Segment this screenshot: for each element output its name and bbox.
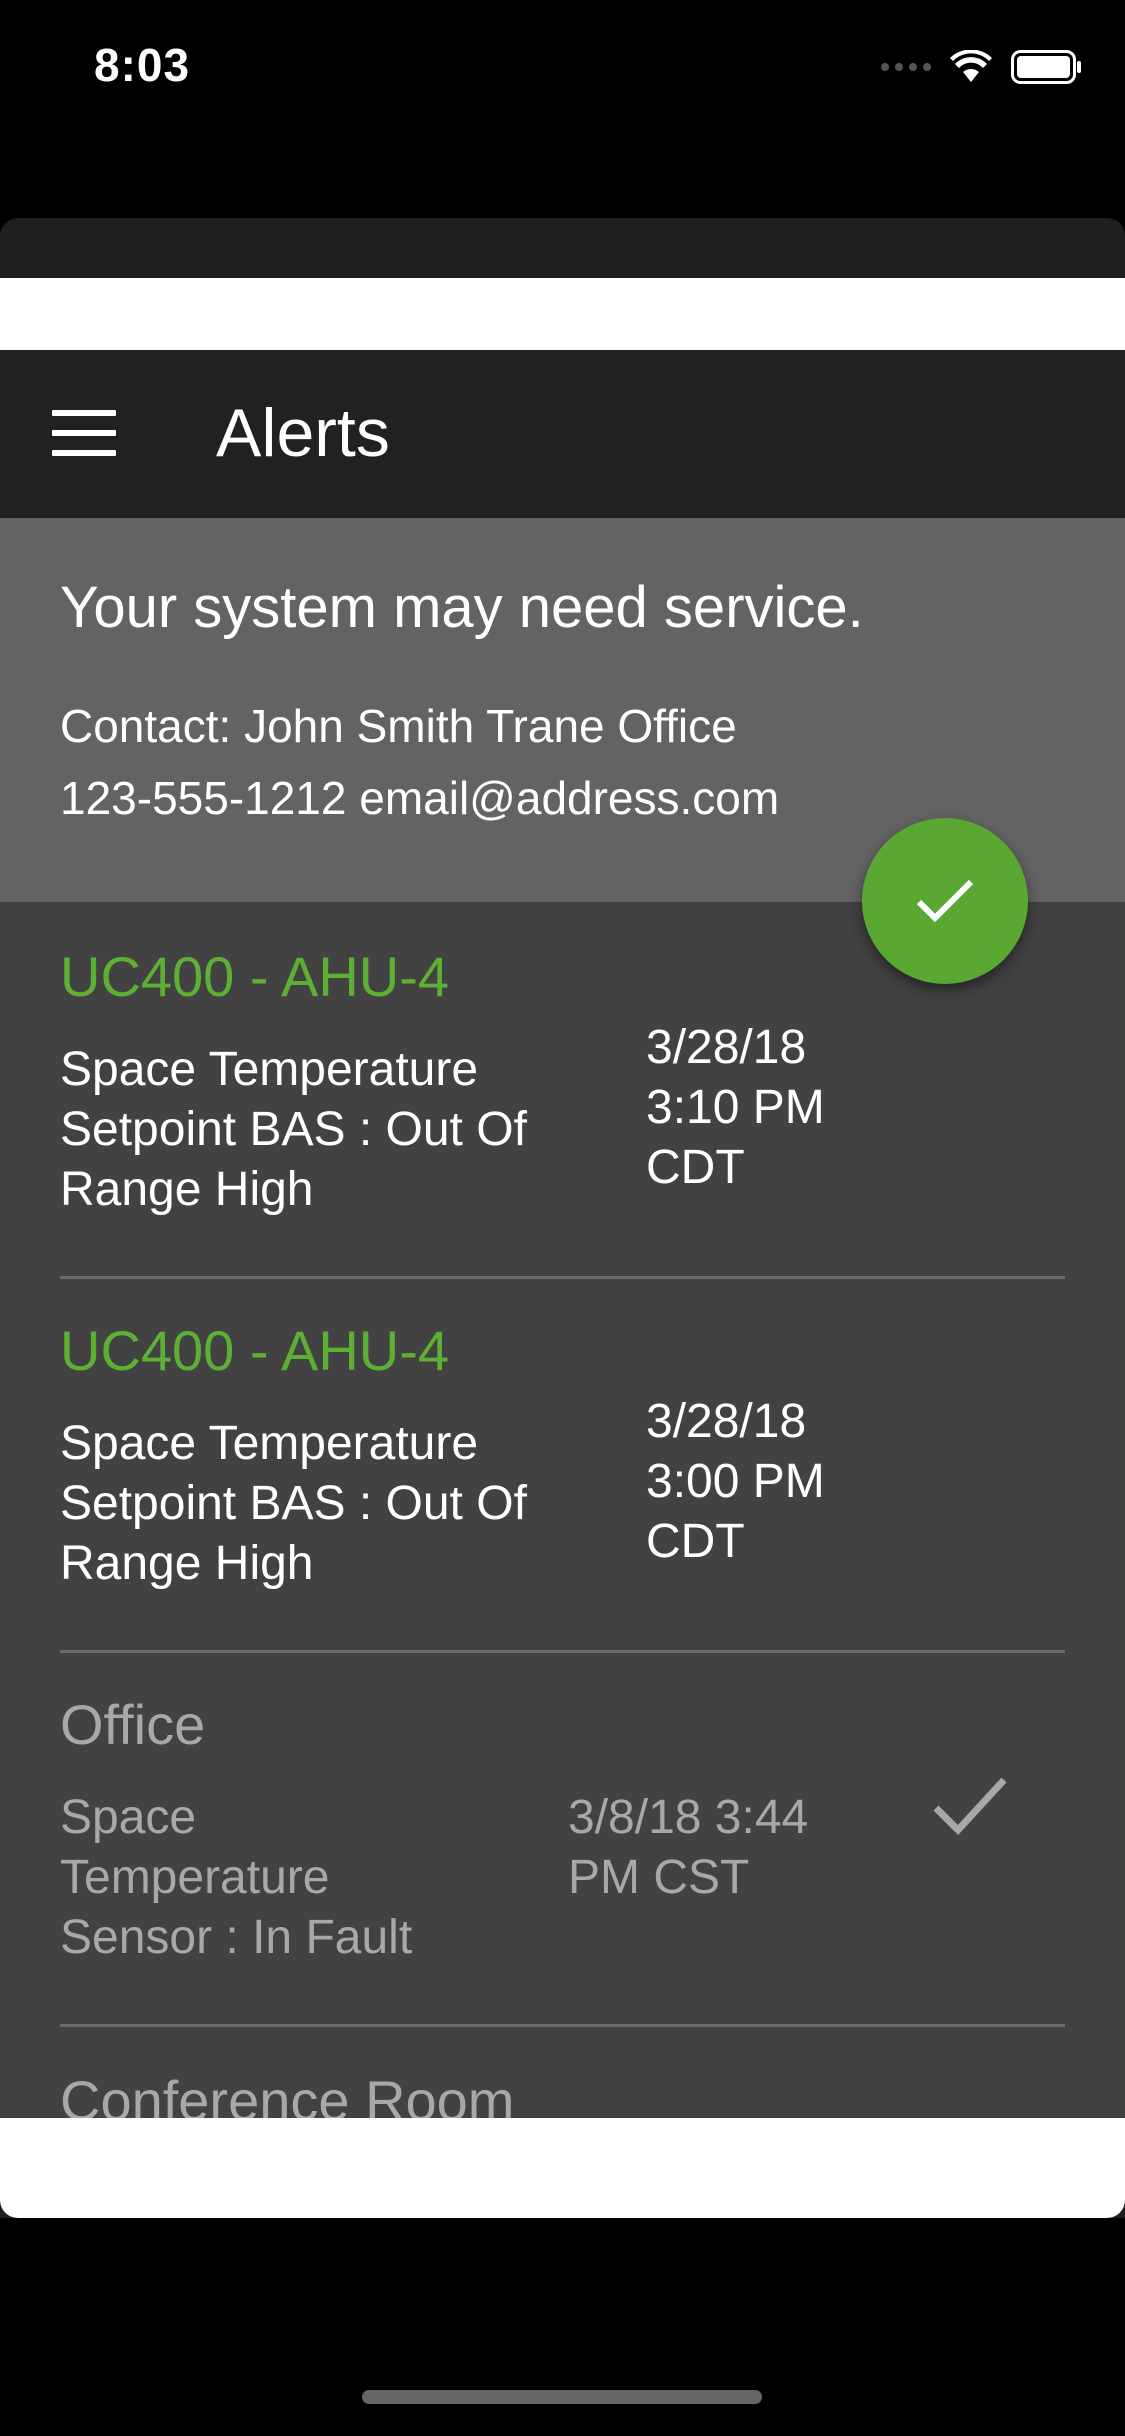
cellular-signal-icon (881, 63, 931, 71)
alert-description: Space Temperature Sensor : In Fault (60, 1791, 413, 1964)
alert-title: Conference Room (60, 2069, 515, 2118)
alert-description: Space Temperature Setpoint BAS : Out Of … (60, 1417, 527, 1590)
hamburger-menu-icon[interactable] (52, 410, 116, 456)
contact-details: 123-555-1212 email@address.com (60, 772, 780, 824)
status-time: 8:03 (94, 39, 191, 91)
alert-time: 3/28/18 3:10 PM CDT (646, 1021, 825, 1194)
alert-description: Space Temperature Setpoint BAS : Out Of … (60, 1043, 527, 1216)
alert-title: Office (60, 1693, 206, 1756)
banner-headline: Your system may need service. (60, 575, 864, 640)
modal-sheet: Alerts Your system may need service. Con… (0, 278, 1125, 2218)
battery-icon (1011, 50, 1081, 84)
contact-name: Contact: John Smith Trane Office (60, 700, 737, 752)
alert-time: 3/8/18 3:44 PM CST (568, 1791, 809, 1904)
home-indicator[interactable] (362, 2390, 762, 2404)
app-bar: Alerts (0, 350, 1125, 518)
page-title: Alerts (216, 395, 390, 471)
alert-title: UC400 - AHU-4 (60, 945, 450, 1008)
acknowledge-all-button[interactable] (862, 818, 1028, 984)
alerts-screen: Alerts Your system may need service. Con… (0, 350, 1125, 2118)
check-icon (916, 879, 974, 923)
list-item[interactable]: Office Space Temperature Sensor : In Fau… (60, 1650, 1065, 2027)
wifi-icon (950, 50, 992, 82)
list-item[interactable]: UC400 - AHU-4 Space Temperature Setpoint… (60, 1276, 1065, 1653)
acknowledged-check-icon (933, 1777, 1007, 1836)
status-icons (881, 50, 1083, 84)
phone-screen: 8:03 Alerts Your system may need service… (0, 0, 1125, 2436)
list-item[interactable]: Conference Room (60, 2024, 1065, 2118)
alert-title: UC400 - AHU-4 (60, 1319, 450, 1382)
banner-contact: Contact: John Smith Trane Office 123-555… (60, 690, 779, 834)
alert-time: 3/28/18 3:00 PM CDT (646, 1395, 825, 1568)
